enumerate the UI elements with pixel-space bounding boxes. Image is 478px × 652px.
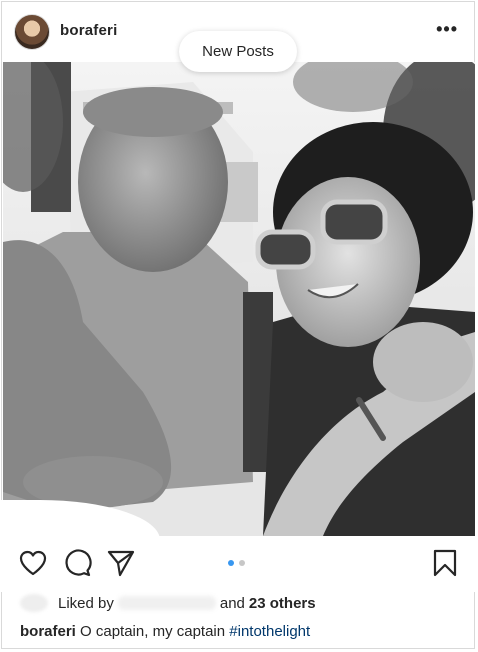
likes-others-link[interactable]: 23 others: [249, 595, 316, 612]
likes-summary[interactable]: Liked by and 23 others: [20, 594, 316, 612]
likes-and-label: and: [219, 594, 245, 612]
caption-text: O captain, my captain: [80, 623, 226, 640]
new-posts-button[interactable]: New Posts: [179, 31, 297, 72]
liker-avatar: [20, 594, 48, 612]
post-photo[interactable]: [3, 62, 475, 536]
post-caption: boraferi O captain, my captain #intothel…: [20, 623, 310, 640]
share-icon[interactable]: [106, 548, 136, 578]
caption-username[interactable]: boraferi: [20, 623, 76, 640]
bookmark-icon[interactable]: [430, 548, 460, 578]
post-username[interactable]: boraferi: [60, 22, 117, 39]
liker-name-redacted: [117, 596, 216, 610]
carousel-dot-active: [228, 560, 234, 566]
carousel-dot: [239, 560, 245, 566]
heart-icon[interactable]: [18, 548, 48, 578]
caption-hashtag[interactable]: #intothelight: [229, 623, 310, 640]
more-options-icon[interactable]: •••: [436, 20, 458, 38]
avatar[interactable]: [14, 14, 50, 50]
liked-by-label: Liked by: [58, 594, 114, 612]
comment-icon[interactable]: [62, 548, 92, 578]
carousel-indicator: [228, 560, 252, 568]
